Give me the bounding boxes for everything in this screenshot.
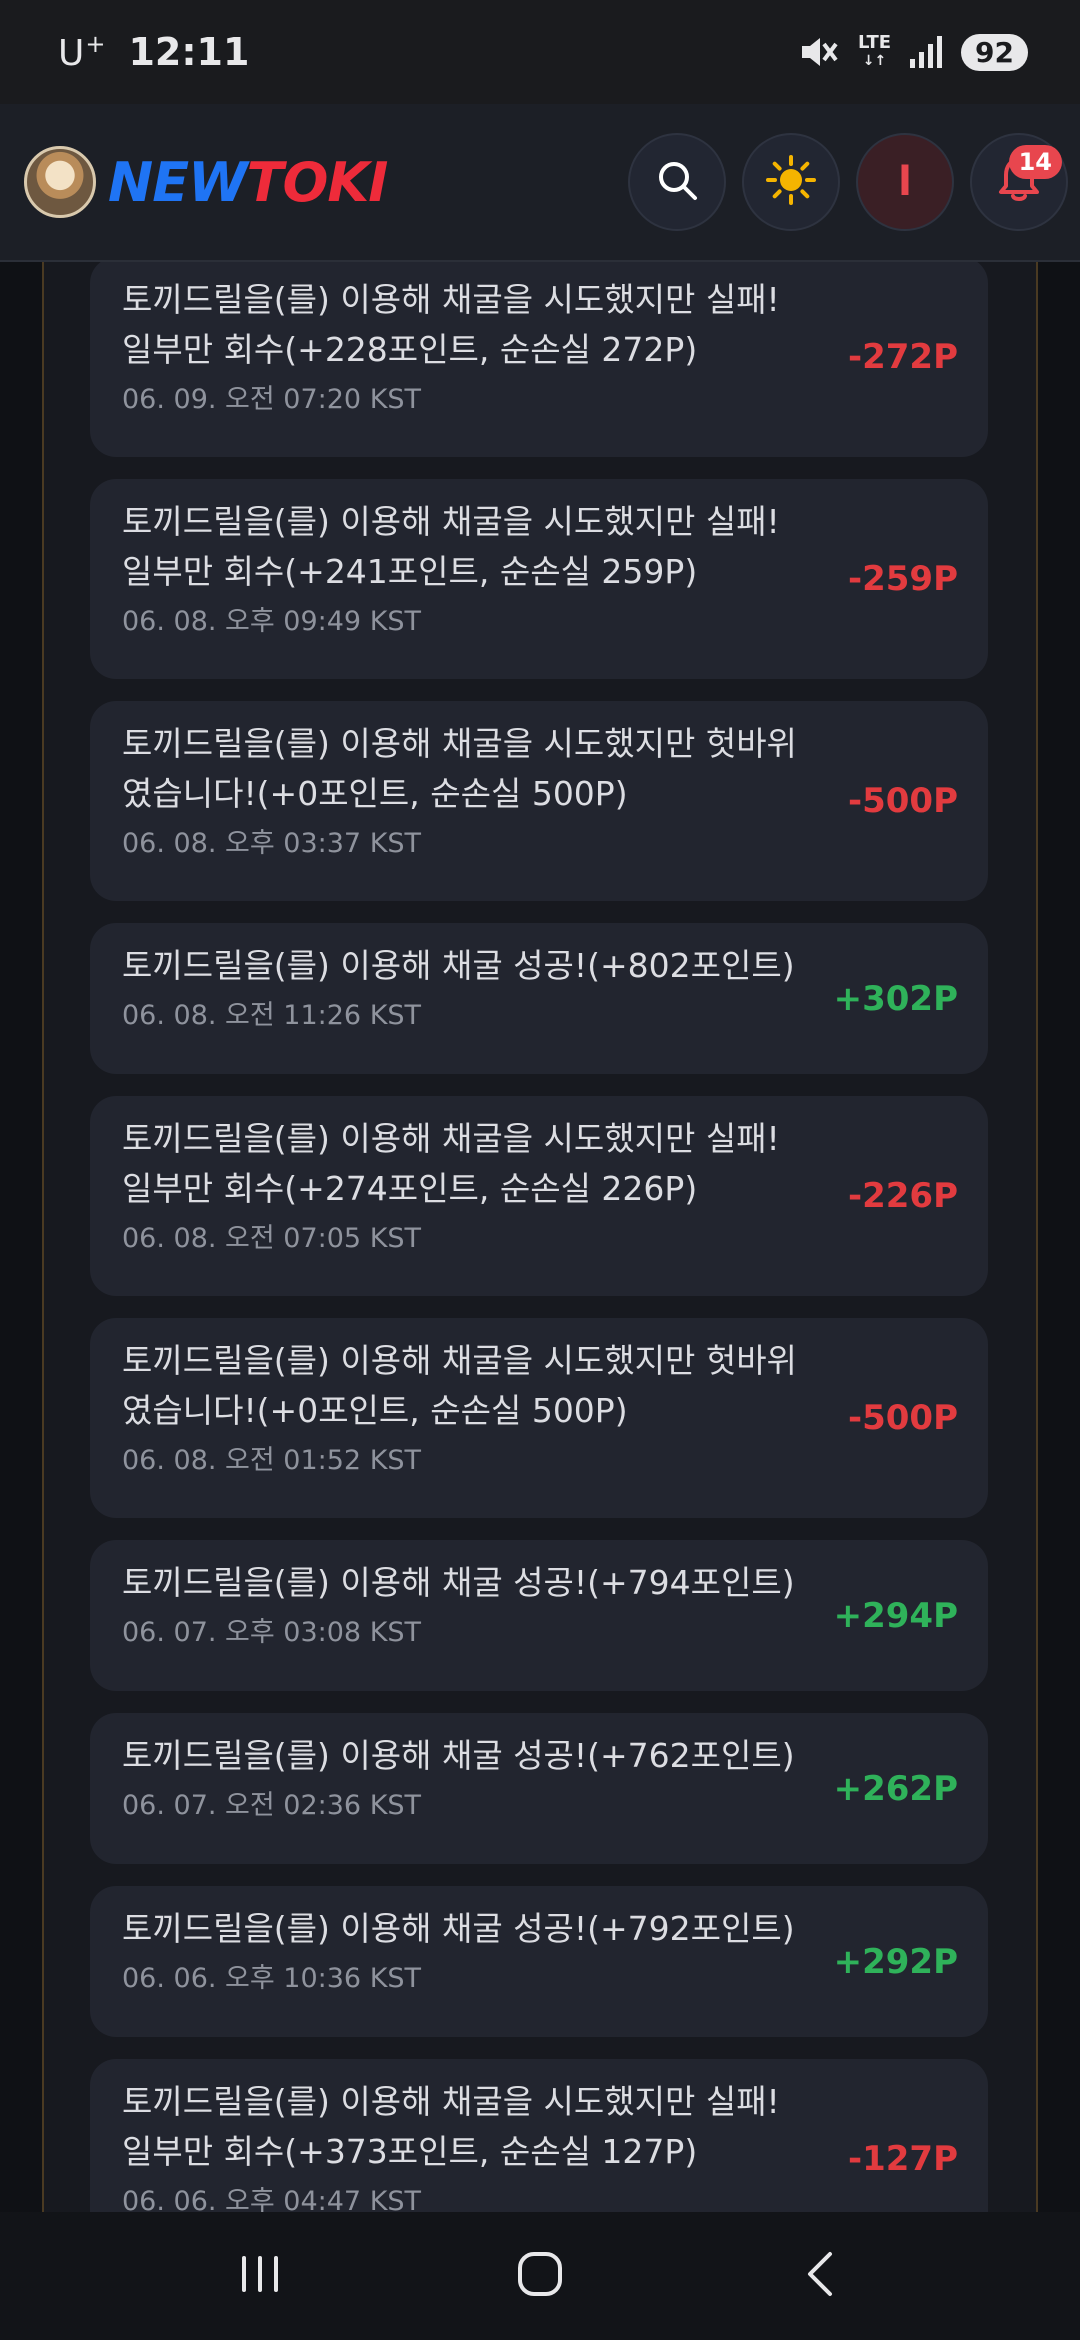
transaction-description: 토끼드릴을(를) 이용해 채굴을 시도했지만 실패! 일부만 회수(+241포인트… (122, 502, 780, 591)
user-initial: l (898, 159, 912, 205)
transaction-description: 토끼드릴을(를) 이용해 채굴 성공!(+802포인트) (122, 946, 795, 985)
app-header: NEWTOKI l 14 (0, 104, 1080, 262)
list-item[interactable]: 토끼드릴을(를) 이용해 채굴을 시도했지만 실패! 일부만 회수(+228포인트… (90, 262, 988, 457)
transaction-time: 06. 07. 오전 02:36 KST (122, 1790, 422, 1821)
transaction-amount: -259P (847, 559, 958, 599)
carrier-label: U+ (58, 30, 107, 74)
back-icon (802, 2250, 838, 2302)
list-item[interactable]: 토끼드릴을(를) 이용해 채굴을 시도했지만 실패! 일부만 회수(+274포인트… (90, 1096, 988, 1296)
logo-mascot-icon (24, 146, 96, 218)
transaction-time: 06. 08. 오후 03:37 KST (122, 828, 422, 859)
home-icon (516, 2250, 564, 2302)
transaction-list: 토끼드릴을(를) 이용해 채굴을 시도했지만 실패! 일부만 회수(+228포인트… (90, 262, 988, 2212)
transaction-description: 토끼드릴을(를) 이용해 채굴 성공!(+794포인트) (122, 1563, 795, 1602)
search-icon (655, 158, 699, 206)
history-panel: 토끼드릴을(를) 이용해 채굴을 시도했지만 실패! 일부만 회수(+228포인트… (42, 262, 1038, 2212)
transaction-time: 06. 08. 오후 09:49 KST (122, 606, 422, 637)
transaction-amount: -127P (847, 2139, 958, 2179)
points-history-view[interactable]: 토끼드릴을(를) 이용해 채굴을 시도했지만 실패! 일부만 회수(+228포인트… (0, 262, 1080, 2212)
list-item[interactable]: 토끼드릴을(를) 이용해 채굴을 시도했지만 실패! 일부만 회수(+373포인트… (90, 2059, 988, 2212)
theme-toggle-button[interactable] (742, 133, 840, 231)
list-item[interactable]: 토끼드릴을(를) 이용해 채굴을 시도했지만 헛바위 였습니다!(+0포인트, 순… (90, 701, 988, 901)
search-button[interactable] (628, 133, 726, 231)
home-button[interactable] (480, 2236, 600, 2316)
list-item[interactable]: 토끼드릴을(를) 이용해 채굴 성공!(+802포인트) 06. 08. 오전 … (90, 923, 988, 1074)
list-item[interactable]: 토끼드릴을(를) 이용해 채굴을 시도했지만 헛바위 였습니다!(+0포인트, 순… (90, 1318, 988, 1518)
transaction-time: 06. 08. 오전 11:26 KST (122, 1000, 422, 1031)
transaction-amount: +262P (833, 1768, 958, 1809)
battery-indicator: 92 (961, 33, 1028, 71)
transaction-description: 토끼드릴을(를) 이용해 채굴을 시도했지만 실패! 일부만 회수(+373포인트… (122, 2082, 780, 2171)
transaction-description: 토끼드릴을(를) 이용해 채굴 성공!(+792포인트) (122, 1909, 795, 1948)
user-avatar-button[interactable]: l (856, 133, 954, 231)
transaction-amount: -272P (847, 337, 958, 377)
transaction-amount: -500P (847, 781, 958, 821)
transaction-time: 06. 08. 오전 07:05 KST (122, 1223, 422, 1254)
lte-indicator: LTE ↓↑ (857, 32, 892, 70)
status-bar: U+ 12:11 LTE ↓↑ 92 (0, 0, 1080, 104)
transaction-time: 06. 09. 오전 07:20 KST (122, 384, 422, 415)
system-navigation-bar (0, 2212, 1080, 2340)
transaction-time: 06. 06. 오후 04:47 KST (122, 2186, 422, 2212)
transaction-time: 06. 08. 오전 01:52 KST (122, 1445, 422, 1476)
signal-icon (909, 35, 943, 69)
transaction-time: 06. 07. 오후 03:08 KST (122, 1617, 422, 1648)
list-item[interactable]: 토끼드릴을(를) 이용해 채굴 성공!(+794포인트) 06. 07. 오후 … (90, 1540, 988, 1691)
notifications-button[interactable]: 14 (970, 133, 1068, 231)
recent-apps-icon (238, 2254, 282, 2298)
transaction-description: 토끼드릴을(를) 이용해 채굴을 시도했지만 헛바위 였습니다!(+0포인트, 순… (122, 724, 797, 813)
back-button[interactable] (760, 2236, 880, 2316)
clock: 12:11 (128, 30, 250, 74)
transaction-description: 토끼드릴을(를) 이용해 채굴을 시도했지만 실패! 일부만 회수(+274포인트… (122, 1119, 780, 1208)
transaction-amount: +302P (833, 978, 958, 1019)
site-logo[interactable]: NEWTOKI (24, 146, 628, 218)
list-item[interactable]: 토끼드릴을(를) 이용해 채굴을 시도했지만 실패! 일부만 회수(+241포인트… (90, 479, 988, 679)
list-item[interactable]: 토끼드릴을(를) 이용해 채굴 성공!(+792포인트) 06. 06. 오후 … (90, 1886, 988, 2037)
sun-icon (765, 154, 817, 210)
transaction-time: 06. 06. 오후 10:36 KST (122, 1963, 422, 1994)
transaction-amount: -500P (847, 1398, 958, 1438)
transaction-description: 토끼드릴을(를) 이용해 채굴을 시도했지만 헛바위 였습니다!(+0포인트, 순… (122, 1341, 797, 1430)
recent-apps-button[interactable] (200, 2236, 320, 2316)
transaction-amount: -226P (847, 1176, 958, 1216)
notification-count-badge: 14 (1008, 145, 1062, 179)
transaction-description: 토끼드릴을(를) 이용해 채굴을 시도했지만 실패! 일부만 회수(+228포인트… (122, 280, 780, 369)
transaction-amount: +294P (833, 1595, 958, 1636)
mute-icon (800, 34, 840, 70)
transaction-description: 토끼드릴을(를) 이용해 채굴 성공!(+762포인트) (122, 1736, 795, 1775)
transaction-amount: +292P (833, 1941, 958, 1982)
list-item[interactable]: 토끼드릴을(를) 이용해 채굴 성공!(+762포인트) 06. 07. 오전 … (90, 1713, 988, 1864)
brand-wordmark: NEWTOKI (108, 150, 388, 214)
